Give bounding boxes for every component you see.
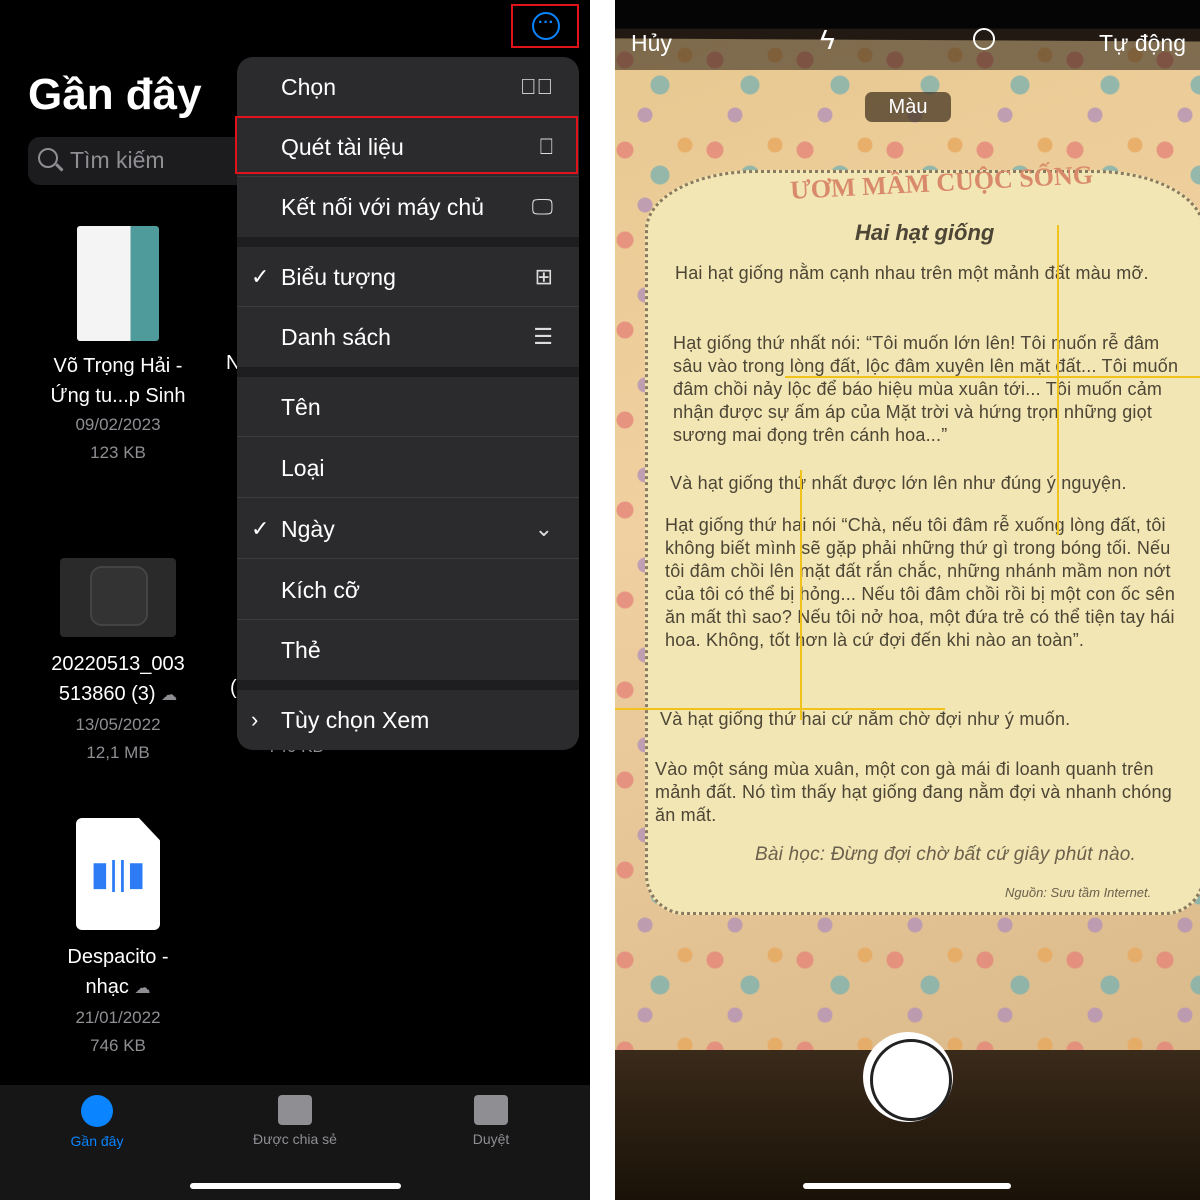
home-indicator (803, 1183, 1011, 1189)
doc-title: Hai hạt giống (855, 220, 995, 245)
menu-label: Tùy chọn Xem (281, 707, 430, 733)
partial-file-name: ( (230, 677, 237, 699)
files-app-screen: Gần đây Tìm kiếm Võ Trọng Hải - Ứng tu..… (0, 0, 590, 1200)
document-thumbnail (77, 226, 159, 341)
chevron-right-icon: › (251, 707, 259, 732)
checkmark-icon: ✓ (251, 516, 270, 541)
filters-icon[interactable] (973, 28, 995, 50)
detection-line (800, 470, 802, 720)
tab-label: Gần đây (70, 1133, 124, 1149)
cloud-download-icon[interactable]: ☁ (134, 980, 150, 997)
checkmark-icon: ✓ (251, 264, 270, 289)
document-scanner-screen: ƯƠM MẦM CUỘC SỐNG Hai hạt giống Hai hạt … (615, 0, 1200, 1200)
tab-recents[interactable]: Gần đây (17, 1095, 177, 1149)
menu-separator (237, 237, 579, 247)
menu-label: Thẻ (281, 637, 321, 663)
auto-capture-button[interactable]: Tự động (1099, 30, 1186, 57)
file-name-2: Ứng tu...p Sinh (50, 385, 186, 407)
menu-label: Biểu tượng (281, 264, 396, 290)
file-name-2: nhạc (85, 976, 129, 998)
cancel-button[interactable]: Hủy (631, 30, 672, 57)
file-item[interactable]: ▮||▮ Despacito - nhạc ☁ 21/01/2022 746 K… (28, 818, 208, 1060)
menu-item-kind[interactable]: Loại (237, 438, 579, 498)
tab-label: Được chia sẻ (253, 1131, 337, 1147)
checkmark-circle-icon: ✓⃝ (520, 74, 553, 99)
doc-paragraph: Hạt giống thứ hai nói “Chà, nếu tôi đâm … (665, 515, 1176, 650)
file-item[interactable]: Võ Trọng Hải - Ứng tu...p Sinh 09/02/202… (28, 226, 208, 467)
menu-item-size[interactable]: Kích cỡ (237, 560, 579, 620)
file-name: Võ Trọng Hải - (53, 355, 183, 377)
home-indicator (190, 1183, 401, 1189)
doc-paragraph: Và hạt giống thứ nhất được lớn lên như đ… (670, 473, 1127, 493)
tab-browse[interactable]: Duyệt (411, 1095, 571, 1147)
menu-label: Kết nối với máy chủ (281, 194, 485, 220)
menu-label: Tên (281, 394, 321, 420)
scan-highlight-box (235, 116, 578, 174)
file-date: 21/01/2022 (75, 1008, 161, 1027)
menu-label: Ngày (281, 516, 335, 542)
menu-item-connect-server[interactable]: Kết nối với máy chủ 🖵 (237, 177, 579, 237)
file-date: 13/05/2022 (75, 715, 161, 734)
flash-icon[interactable]: ϟ (820, 24, 835, 56)
search-placeholder: Tìm kiếm (70, 147, 165, 173)
menu-item-tags[interactable]: Thẻ (237, 620, 579, 680)
color-mode-badge[interactable]: Màu (865, 92, 951, 122)
file-size: 123 KB (90, 443, 146, 462)
menu-label: Danh sách (281, 324, 391, 350)
detection-line (785, 376, 1200, 378)
doc-paragraph: Vào một sáng mùa xuân, một con gà mái đi… (655, 759, 1172, 825)
list-icon: ☰ (533, 324, 553, 349)
doc-paragraph: Hai hạt giống nằm cạnh nhau trên một mản… (675, 263, 1149, 283)
folder-icon (474, 1095, 508, 1125)
menu-item-icons[interactable]: ✓ Biểu tượng ⊞ (237, 247, 579, 307)
file-name-2: 513860 (3) (58, 683, 156, 705)
file-size: 746 KB (90, 1036, 146, 1055)
file-item[interactable]: 20220513_003 513860 (3) ☁ 13/05/2022 12,… (28, 558, 208, 767)
doc-paragraph: Hạt giống thứ nhất nói: “Tôi muốn lớn lê… (673, 333, 1179, 445)
menu-label: Loại (281, 455, 325, 481)
audio-file-icon: ▮||▮ (76, 818, 160, 930)
search-icon (38, 148, 58, 168)
clock-icon (81, 1095, 113, 1127)
shutter-button[interactable] (863, 1032, 953, 1122)
page-title: Gần đây (28, 70, 202, 119)
menu-separator (237, 680, 579, 690)
doc-source: Nguồn: Sưu tầm Internet. (1005, 885, 1152, 900)
menu-label: Kích cỡ (281, 577, 360, 603)
tab-shared[interactable]: Được chia sẻ (215, 1095, 375, 1147)
menu-item-name[interactable]: Tên (237, 377, 579, 437)
doc-paragraph: Và hạt giống thứ hai cứ nằm chờ đợi như … (660, 709, 1071, 729)
menu-item-list[interactable]: Danh sách ☰ (237, 307, 579, 367)
chevron-down-icon: ⌄ (534, 516, 553, 541)
menu-item-view-options[interactable]: › Tùy chọn Xem (237, 690, 579, 750)
cloud-download-icon[interactable]: ☁ (161, 687, 177, 704)
ellipsis-circle-icon: ··· (532, 12, 560, 40)
menu-label: Chọn (281, 74, 336, 100)
menu-separator (237, 367, 579, 377)
garageband-icon (60, 558, 176, 637)
file-size: 12,1 MB (86, 743, 150, 762)
shared-folder-icon (278, 1095, 312, 1125)
file-name: 20220513_003 (51, 653, 185, 675)
monitor-icon: 🖵 (531, 194, 553, 219)
detection-line (615, 708, 945, 710)
file-name: Despacito - (67, 946, 169, 968)
doc-lesson: Bài học: Đừng đợi chờ bất cứ giây phút n… (755, 844, 1136, 865)
grid-icon: ⊞ (534, 264, 553, 289)
file-date: 09/02/2023 (75, 415, 161, 434)
menu-item-select[interactable]: Chọn ✓⃝ (237, 57, 579, 117)
tab-label: Duyệt (472, 1131, 510, 1147)
menu-item-date[interactable]: ✓ Ngày ⌄ (237, 499, 579, 559)
detection-line (1057, 225, 1059, 535)
more-button-highlight[interactable]: ··· (511, 4, 579, 48)
